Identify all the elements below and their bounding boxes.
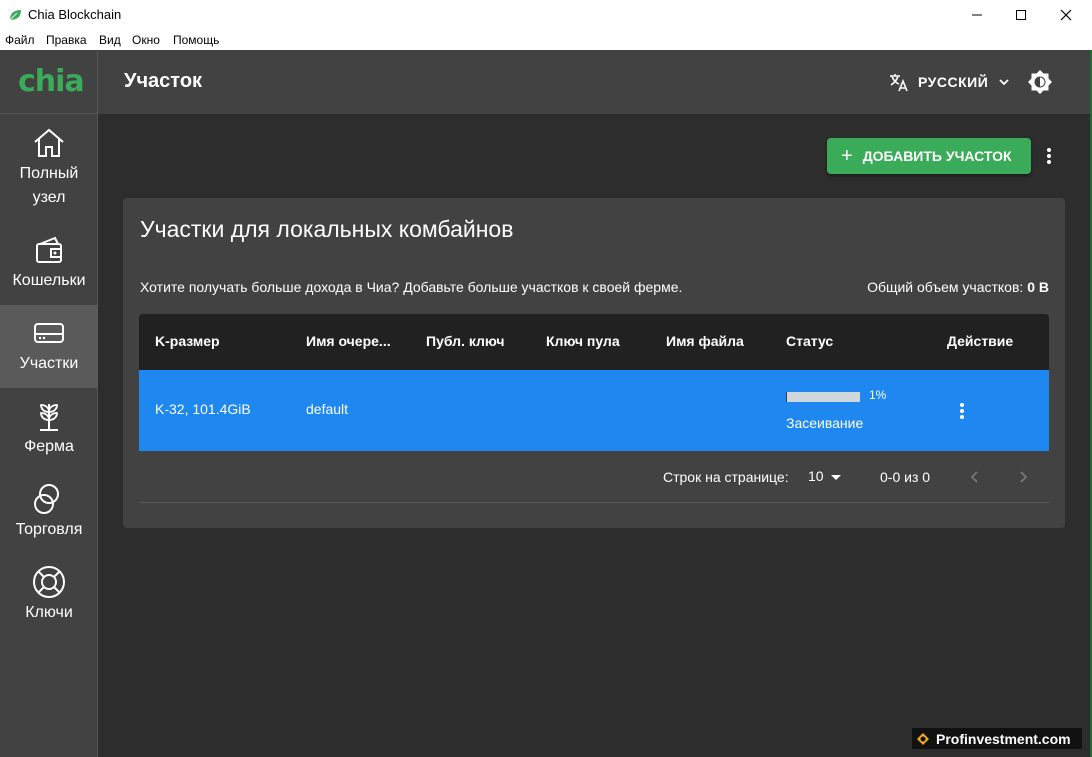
watermark-logo-icon xyxy=(917,732,929,745)
menu-window[interactable]: Окно xyxy=(132,33,160,47)
cell-k-size: K-32, 101.4GiB xyxy=(155,401,251,417)
sidebar-item-trade[interactable]: Торговля xyxy=(0,471,98,554)
top-app-bar: Участок РУССКИЙ xyxy=(98,50,1090,114)
rows-per-page-label: Строк на странице: xyxy=(663,469,789,485)
chevron-right-icon[interactable] xyxy=(1013,467,1033,487)
sidebar-item-plots[interactable]: Участки xyxy=(0,305,98,388)
sidebar-item-wallets[interactable]: Кошельки xyxy=(0,222,98,305)
home-icon xyxy=(34,128,64,157)
progress-fill xyxy=(786,392,787,402)
chevron-left-icon[interactable] xyxy=(965,467,985,487)
sidebar-item-label: Кошельки xyxy=(12,272,86,289)
chevron-down-icon xyxy=(999,79,1009,86)
column-header-public-key[interactable]: Публ. ключ xyxy=(426,333,504,349)
sidebar-item-label: Участки xyxy=(19,355,79,372)
column-header-filename[interactable]: Имя файла xyxy=(666,333,744,349)
close-icon xyxy=(1060,9,1072,21)
minimize-icon xyxy=(972,14,982,16)
pagination-range: 0-0 из 0 xyxy=(880,469,931,485)
watermark: Profinvestment.com xyxy=(912,728,1082,749)
chia-logo[interactable]: chia xyxy=(18,64,85,99)
table-header: K-размер Имя очере... Публ. ключ Ключ пу… xyxy=(139,314,1049,370)
menu-bar: Файл Правка Вид Окно Помощь xyxy=(0,30,1092,50)
app-window: chia Полный узел Кошельки Участки Ферма … xyxy=(0,50,1090,757)
sidebar-item-farm[interactable]: Ферма xyxy=(0,388,98,471)
watermark-text: Profinvestment.com xyxy=(936,730,1071,747)
sidebar-item-label: Ферма xyxy=(24,438,74,455)
column-header-status[interactable]: Статус xyxy=(786,333,833,349)
card-description: Хотите получать больше дохода в Чиа? Доб… xyxy=(140,279,683,295)
column-header-k-size[interactable]: K-размер xyxy=(155,333,220,349)
column-header-action: Действие xyxy=(947,333,1014,349)
menu-edit[interactable]: Правка xyxy=(46,33,87,47)
cell-queue: default xyxy=(306,401,349,417)
sidebar-item-label: узел xyxy=(32,189,66,206)
translate-icon xyxy=(890,74,908,92)
sidebar-item-keys[interactable]: Ключи xyxy=(0,554,98,637)
column-header-pool-key[interactable]: Ключ пула xyxy=(546,333,620,349)
add-plot-label: ДОБАВИТЬ УЧАСТОК xyxy=(862,148,1012,164)
menu-file[interactable]: Файл xyxy=(5,33,35,47)
cell-status: Засеивание xyxy=(786,415,864,431)
sidebar-item-label: Торговля xyxy=(15,521,83,538)
window-title: Chia Blockchain xyxy=(28,7,122,22)
rows-per-page-select[interactable]: 10 xyxy=(808,468,824,484)
language-selector[interactable]: РУССКИЙ xyxy=(888,70,1012,94)
progress-percent: 1% xyxy=(869,388,887,402)
lifebuoy-icon xyxy=(33,566,65,598)
menu-view[interactable]: Вид xyxy=(99,33,121,47)
plant-icon xyxy=(40,404,58,431)
maximize-button[interactable] xyxy=(998,0,1044,30)
total-plot-size: Общий объем участков: 0 B xyxy=(867,279,1049,295)
sidebar-item-label: Ключи xyxy=(25,604,73,621)
close-button[interactable] xyxy=(1043,0,1089,30)
page-title: Участок xyxy=(124,70,203,92)
card-title: Участки для локальных комбайнов xyxy=(140,216,514,242)
total-plot-size-value: 0 B xyxy=(1027,279,1049,295)
total-plot-size-label: Общий объем участков: xyxy=(867,279,1024,295)
minimize-button[interactable] xyxy=(954,0,1000,30)
trade-icon xyxy=(34,484,59,514)
chia-leaf-icon xyxy=(9,10,21,21)
harddrive-icon xyxy=(34,323,64,343)
menu-help[interactable]: Помощь xyxy=(173,33,219,47)
more-vert-icon[interactable] xyxy=(1041,144,1057,168)
window-titlebar: Chia Blockchain xyxy=(0,0,1092,30)
table-pagination: Строк на странице: 10 0-0 из 0 xyxy=(139,451,1049,503)
table-row[interactable]: K-32, 101.4GiB default 1% Засеивание xyxy=(139,370,1049,451)
theme-toggle-icon[interactable] xyxy=(1026,68,1054,96)
sidebar-item-label: Полный xyxy=(19,165,79,182)
plus-icon: + xyxy=(841,145,853,167)
sidebar: chia Полный узел Кошельки Участки Ферма … xyxy=(0,50,98,757)
wallet-icon xyxy=(36,236,62,263)
language-label: РУССКИЙ xyxy=(918,74,989,90)
maximize-icon xyxy=(1016,10,1026,20)
plots-card: Участки для локальных комбайнов Хотите п… xyxy=(123,198,1065,528)
add-plot-button[interactable]: + ДОБАВИТЬ УЧАСТОК xyxy=(827,138,1031,174)
more-vert-icon[interactable] xyxy=(954,399,970,423)
dropdown-caret-icon[interactable] xyxy=(831,475,841,480)
column-header-queue[interactable]: Имя очере... xyxy=(306,333,391,349)
logo-area: chia xyxy=(0,50,98,114)
sidebar-item-full-node[interactable]: Полный узел xyxy=(0,115,98,206)
plotting-progress-bar xyxy=(786,392,860,402)
